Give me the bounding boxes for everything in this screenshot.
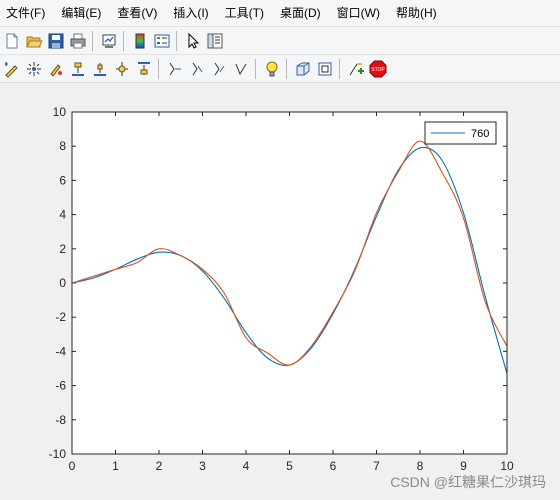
y-tick-label: -8 — [55, 413, 66, 427]
print-icon[interactable] — [68, 31, 88, 51]
3d-box-icon[interactable] — [293, 59, 313, 79]
y-tick-label: 6 — [59, 173, 66, 187]
open-file-icon[interactable] — [24, 31, 44, 51]
align-left-icon[interactable] — [68, 59, 88, 79]
align-top-icon[interactable] — [134, 59, 154, 79]
camera-icon[interactable] — [315, 59, 335, 79]
figure-canvas: 0 1 2 3 4 5 6 7 8 9 10 -10 -8 -6 -4 -2 0 2 4 6 8 10 760 — [0, 83, 560, 500]
curve-tool-3-icon[interactable] — [209, 59, 229, 79]
y-tick-label: 0 — [59, 276, 66, 290]
select-pointer-icon[interactable] — [183, 31, 203, 51]
insert-colorbar-icon[interactable] — [130, 31, 150, 51]
edit-plot-icon[interactable] — [2, 59, 22, 79]
insert-legend-icon[interactable] — [152, 31, 172, 51]
line-plot: 0 1 2 3 4 5 6 7 8 9 10 -10 -8 -6 -4 -2 0 2 4 6 8 10 760 — [49, 105, 514, 473]
y-tick-label: -6 — [55, 379, 66, 393]
save-icon[interactable] — [46, 31, 66, 51]
y-tick-label: 10 — [53, 105, 67, 119]
y-tick-label: 8 — [59, 139, 66, 153]
lightbulb-icon[interactable] — [262, 59, 282, 79]
toolbar-separator — [255, 58, 256, 79]
y-tick-label: -10 — [49, 447, 67, 461]
legend-label: 760 — [471, 128, 489, 140]
menu-bar: 文件(F) 编辑(E) 查看(V) 插入(I) 工具(T) 桌面(D) 窗口(W… — [0, 0, 560, 26]
menu-help[interactable]: 帮助(H) — [388, 2, 445, 24]
x-tick-label: 1 — [112, 459, 119, 473]
stop-icon[interactable]: STOP — [368, 59, 388, 79]
figure-toolbar — [0, 26, 560, 54]
x-tick-label: 8 — [417, 459, 424, 473]
camera-toolbar: STOP — [0, 54, 560, 83]
menu-insert[interactable]: 插入(I) — [165, 2, 216, 24]
x-tick-label: 2 — [156, 459, 163, 473]
toolbar-separator — [92, 30, 93, 51]
link-plot-icon[interactable] — [99, 31, 119, 51]
menu-view[interactable]: 查看(V) — [109, 2, 165, 24]
y-tick-label: -4 — [55, 344, 66, 358]
axes-background — [72, 112, 507, 454]
x-tick-label: 10 — [500, 459, 514, 473]
x-tick-label: 6 — [330, 459, 337, 473]
x-tick-label: 3 — [199, 459, 206, 473]
curve-tool-4-icon[interactable] — [231, 59, 251, 79]
property-inspector-icon[interactable] — [205, 31, 225, 51]
menu-tools[interactable]: 工具(T) — [217, 2, 272, 24]
align-distribute-icon[interactable] — [112, 59, 132, 79]
y-tick-label: 2 — [59, 242, 66, 256]
menu-edit[interactable]: 编辑(E) — [53, 2, 109, 24]
y-tick-label: -2 — [55, 310, 66, 324]
align-center-icon[interactable] — [90, 59, 110, 79]
x-tick-label: 4 — [243, 459, 250, 473]
toolbar-separator — [158, 58, 159, 79]
toolbar-separator — [286, 58, 287, 79]
data-cursor-icon[interactable] — [24, 59, 44, 79]
curve-tool-1-icon[interactable] — [165, 59, 185, 79]
x-tick-label: 5 — [286, 459, 293, 473]
curve-tool-2-icon[interactable] — [187, 59, 207, 79]
brush-icon[interactable] — [46, 59, 66, 79]
x-tick-label: 7 — [373, 459, 380, 473]
run-icon[interactable] — [346, 59, 366, 79]
watermark-text: CSDN @红糖果仁沙琪玛 — [390, 474, 546, 490]
toolbar-separator — [176, 30, 177, 51]
x-tick-label: 9 — [460, 459, 467, 473]
svg-text:STOP: STOP — [371, 67, 385, 73]
toolbar-separator — [339, 58, 340, 79]
new-figure-icon[interactable] — [2, 31, 22, 51]
toolbar-separator — [123, 30, 124, 51]
x-tick-label: 0 — [69, 459, 76, 473]
menu-file[interactable]: 文件(F) — [0, 2, 53, 24]
menu-window[interactable]: 窗口(W) — [329, 2, 388, 24]
y-tick-label: 4 — [59, 208, 66, 222]
menu-desktop[interactable]: 桌面(D) — [272, 2, 329, 24]
